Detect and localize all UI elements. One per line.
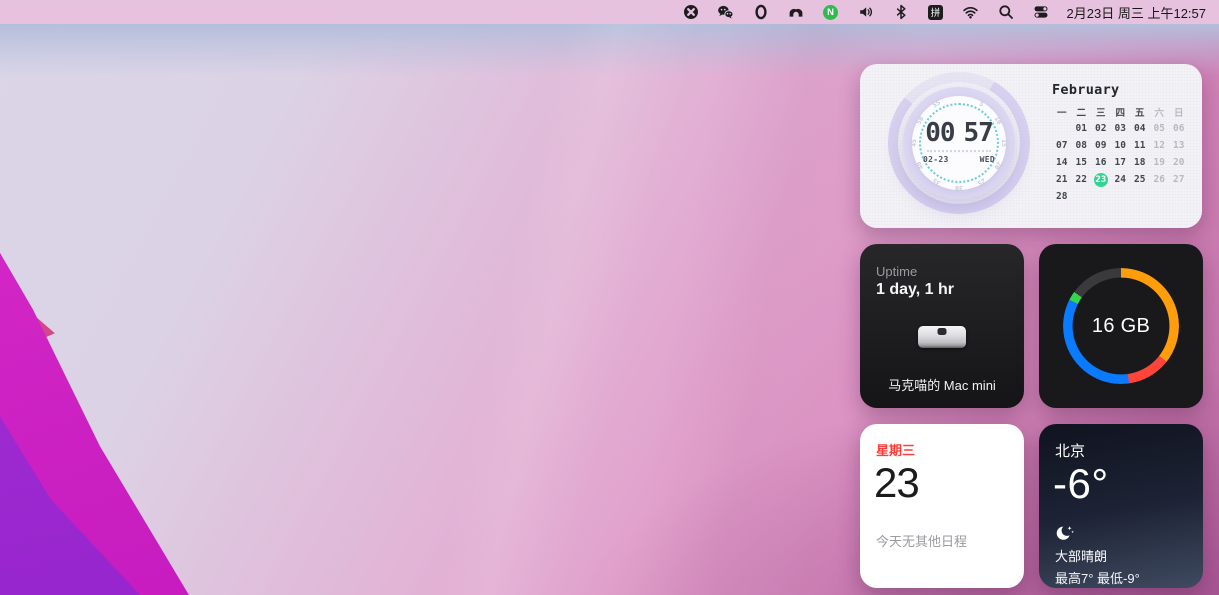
green-n-letter: N: [827, 7, 834, 18]
mini-calendar-day[interactable]: 14: [1056, 157, 1067, 168]
menu-bar-status-area: N 拼: [682, 0, 1219, 24]
calendar-day-number: 23: [874, 459, 1024, 507]
mini-calendar-day[interactable]: 01: [1076, 123, 1087, 134]
weather-high-low: 最高7° 最低-9°: [1055, 568, 1203, 587]
mini-calendar-weekday-header: 六: [1154, 105, 1164, 119]
control-center-icon[interactable]: [1032, 3, 1050, 21]
clock-weekday-label: WED: [980, 155, 995, 164]
moon-stars-icon: [1055, 525, 1075, 543]
bluetooth-icon[interactable]: [892, 3, 910, 21]
wifi-icon[interactable]: [962, 3, 980, 21]
dial-minute-mark: 15: [1000, 139, 1008, 147]
mini-calendar-day[interactable]: 12: [1154, 140, 1165, 151]
mini-calendar-month-title: February: [1052, 82, 1194, 98]
memory-widget[interactable]: 16 GB: [1039, 244, 1203, 408]
cloud-app-icon[interactable]: [787, 3, 805, 21]
mini-calendar-day[interactable]: 17: [1115, 157, 1126, 168]
mini-calendar-day[interactable]: 02: [1095, 123, 1106, 134]
dial-minute-mark: 45: [910, 139, 918, 147]
mini-calendar: February 一二三四五六日 01 02 03 04 05 06 07 08 09 10 11 12…: [1052, 82, 1194, 205]
memory-total-label: 16 GB: [1039, 244, 1203, 408]
mini-calendar-day[interactable]: 15: [1076, 157, 1087, 168]
mini-calendar-weekday-header: 二: [1076, 105, 1086, 119]
pinyin-label: 拼: [931, 5, 941, 19]
mini-calendar-day[interactable]: 07: [1056, 140, 1067, 151]
weather-temperature: -6°: [1053, 461, 1203, 507]
shutter-app-icon[interactable]: [682, 3, 700, 21]
dial-minute-mark: 55: [931, 99, 942, 110]
mini-calendar-day[interactable]: 28: [1056, 191, 1067, 202]
uptime-widget[interactable]: Uptime 1 day, 1 hr 马克喵的 Mac mini: [860, 244, 1024, 408]
weather-widget[interactable]: 北京 -6° 大部晴朗 最高7° 最低-9°: [1039, 424, 1203, 588]
volume-icon[interactable]: [857, 3, 875, 21]
clock-calendar-widget[interactable]: 510152025303540455055 00 57 02-23 WED Fe…: [860, 64, 1202, 228]
mini-calendar-day[interactable]: 05: [1154, 123, 1165, 134]
spotlight-search-icon[interactable]: [997, 3, 1015, 21]
mini-calendar-day[interactable]: 26: [1154, 174, 1165, 185]
mini-calendar-day[interactable]: 13: [1173, 140, 1184, 151]
menu-bar: N 拼: [0, 0, 1219, 24]
digital-time-block: 00 57 02-23 WED: [923, 120, 995, 164]
mini-calendar-day[interactable]: 10: [1115, 140, 1126, 151]
clock-minutes: 57: [964, 120, 993, 146]
mini-calendar-day[interactable]: 22: [1076, 174, 1087, 185]
dial-minute-mark: 5: [978, 100, 985, 109]
mini-calendar-weekday-header: 日: [1174, 105, 1184, 119]
calendar-weekday-label: 星期三: [876, 440, 1024, 459]
mini-calendar-day[interactable]: 11: [1134, 140, 1145, 151]
dial-minute-mark: 30: [955, 184, 963, 192]
mini-calendar-grid: 一二三四五六日 01 02 03 04 05 06 07 08 09 10 11 12 13 14 15 16 1…: [1052, 103, 1194, 205]
mini-calendar-day[interactable]: 23: [1094, 173, 1108, 187]
weather-condition: 大部晴朗: [1055, 546, 1203, 565]
calendar-note: 今天无其他日程: [876, 531, 1024, 550]
device-name: 马克喵的 Mac mini: [860, 375, 1024, 394]
mini-calendar-day[interactable]: 08: [1076, 140, 1087, 151]
mini-calendar-day[interactable]: 16: [1095, 157, 1106, 168]
mini-calendar-day[interactable]: 24: [1115, 174, 1126, 185]
mini-calendar-weekday-header: 一: [1057, 105, 1067, 119]
mini-calendar-day[interactable]: 25: [1134, 174, 1145, 185]
mini-calendar-weekday-header: 四: [1115, 105, 1125, 119]
mini-calendar-day[interactable]: 21: [1056, 174, 1067, 185]
calendar-widget[interactable]: 星期三 23 今天无其他日程: [860, 424, 1024, 588]
oval-app-icon[interactable]: [752, 3, 770, 21]
clock-date-label: 02-23: [923, 155, 949, 164]
mini-calendar-day[interactable]: 09: [1095, 140, 1106, 151]
dial-minute-mark: 35: [931, 177, 942, 188]
clock-dotted-separator: [927, 150, 991, 152]
mini-calendar-day[interactable]: 03: [1115, 123, 1126, 134]
uptime-value: 1 day, 1 hr: [876, 281, 1024, 299]
weather-city: 北京: [1055, 440, 1203, 461]
mini-calendar-weekday-header: 三: [1096, 105, 1106, 119]
uptime-title: Uptime: [876, 264, 1024, 279]
clock-hours: 00: [925, 120, 954, 146]
mini-calendar-day[interactable]: 18: [1134, 157, 1145, 168]
pinyin-input-icon[interactable]: 拼: [927, 3, 945, 21]
wechat-icon[interactable]: [717, 3, 735, 21]
mini-calendar-day[interactable]: 20: [1173, 157, 1184, 168]
menubar-datetime[interactable]: 2月23日 周三 上午12:57: [1067, 3, 1206, 22]
mini-calendar-weekday-header: 五: [1135, 105, 1145, 119]
mini-calendar-day[interactable]: 27: [1173, 174, 1184, 185]
analog-clock-face: 510152025303540455055 00 57 02-23 WED: [888, 72, 1030, 214]
mac-mini-image: [918, 326, 966, 348]
green-n-app-icon[interactable]: N: [822, 3, 840, 21]
mini-calendar-day[interactable]: 19: [1154, 157, 1165, 168]
macos-desktop: N 拼: [0, 0, 1219, 595]
mini-calendar-day[interactable]: 04: [1134, 123, 1145, 134]
mini-calendar-day[interactable]: 06: [1173, 123, 1184, 134]
dial-minute-mark: 25: [976, 177, 987, 188]
